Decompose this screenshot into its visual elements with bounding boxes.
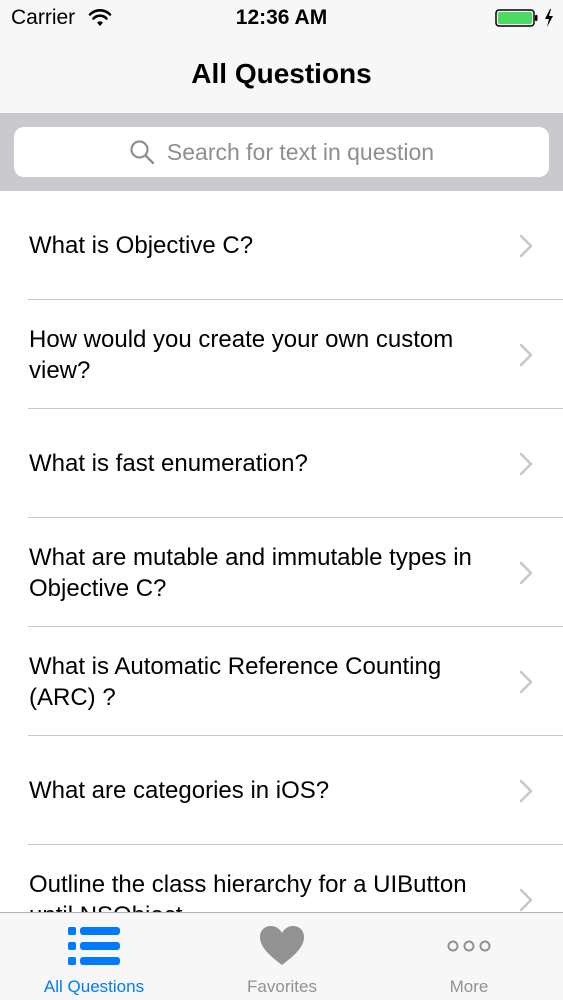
navigation-bar: All Questions [0, 38, 563, 113]
question-label: Outline the class hierarchy for a UIButt… [29, 870, 467, 913]
search-input[interactable]: Search for text in question [14, 127, 549, 177]
questions-list: What is Objective C? How would you creat… [0, 191, 563, 912]
battery-icon [495, 9, 538, 27]
chevron-right-icon [519, 234, 533, 257]
question-label: What are categories in iOS? [29, 777, 330, 804]
list-item[interactable]: What are categories in iOS? [0, 736, 563, 845]
chevron-right-icon [519, 779, 533, 802]
app-screen: Carrier 12:36 AM All Questions Search fo… [0, 0, 563, 1000]
question-label: What is Objective C? [29, 232, 254, 259]
heart-icon [260, 926, 304, 965]
charging-bolt-icon [545, 9, 553, 27]
chevron-right-icon [519, 343, 533, 366]
chevron-right-icon [519, 452, 533, 475]
status-bar: Carrier 12:36 AM [0, 0, 563, 38]
question-label: What are mutable and immutable types in … [29, 543, 472, 602]
list-item[interactable]: What is Objective C? [0, 191, 563, 300]
search-bar: Search for text in question [0, 113, 563, 191]
list-icon [68, 927, 120, 965]
list-item[interactable]: What are mutable and immutable types in … [0, 518, 563, 627]
list-item[interactable]: Outline the class hierarchy for a UIButt… [0, 845, 563, 912]
tab-label: Favorites [247, 977, 317, 996]
question-label: How would you create your own custom vie… [29, 325, 454, 384]
page-title: All Questions [191, 58, 372, 89]
tab-favorites[interactable]: Favorites [188, 913, 376, 1000]
search-placeholder: Search for text in question [166, 138, 435, 165]
chevron-right-icon [519, 561, 533, 584]
tab-all-questions[interactable]: All Questions [0, 913, 188, 1000]
tab-label: More [449, 977, 489, 996]
more-icon [447, 940, 491, 952]
tab-bar: All Questions Favorites More [0, 912, 563, 1000]
search-icon [130, 140, 155, 165]
chevron-right-icon [519, 670, 533, 693]
tab-label: All Questions [43, 977, 145, 996]
question-label: What is fast enumeration? [29, 450, 308, 477]
question-label: What is Automatic Reference Counting (AR… [29, 652, 442, 711]
list-item[interactable]: How would you create your own custom vie… [0, 300, 563, 409]
status-time: 12:36 AM [235, 6, 328, 29]
list-item[interactable]: What is Automatic Reference Counting (AR… [0, 627, 563, 736]
chevron-right-icon [519, 888, 533, 911]
list-item[interactable]: What is fast enumeration? [0, 409, 563, 518]
tab-more[interactable]: More [375, 913, 563, 1000]
